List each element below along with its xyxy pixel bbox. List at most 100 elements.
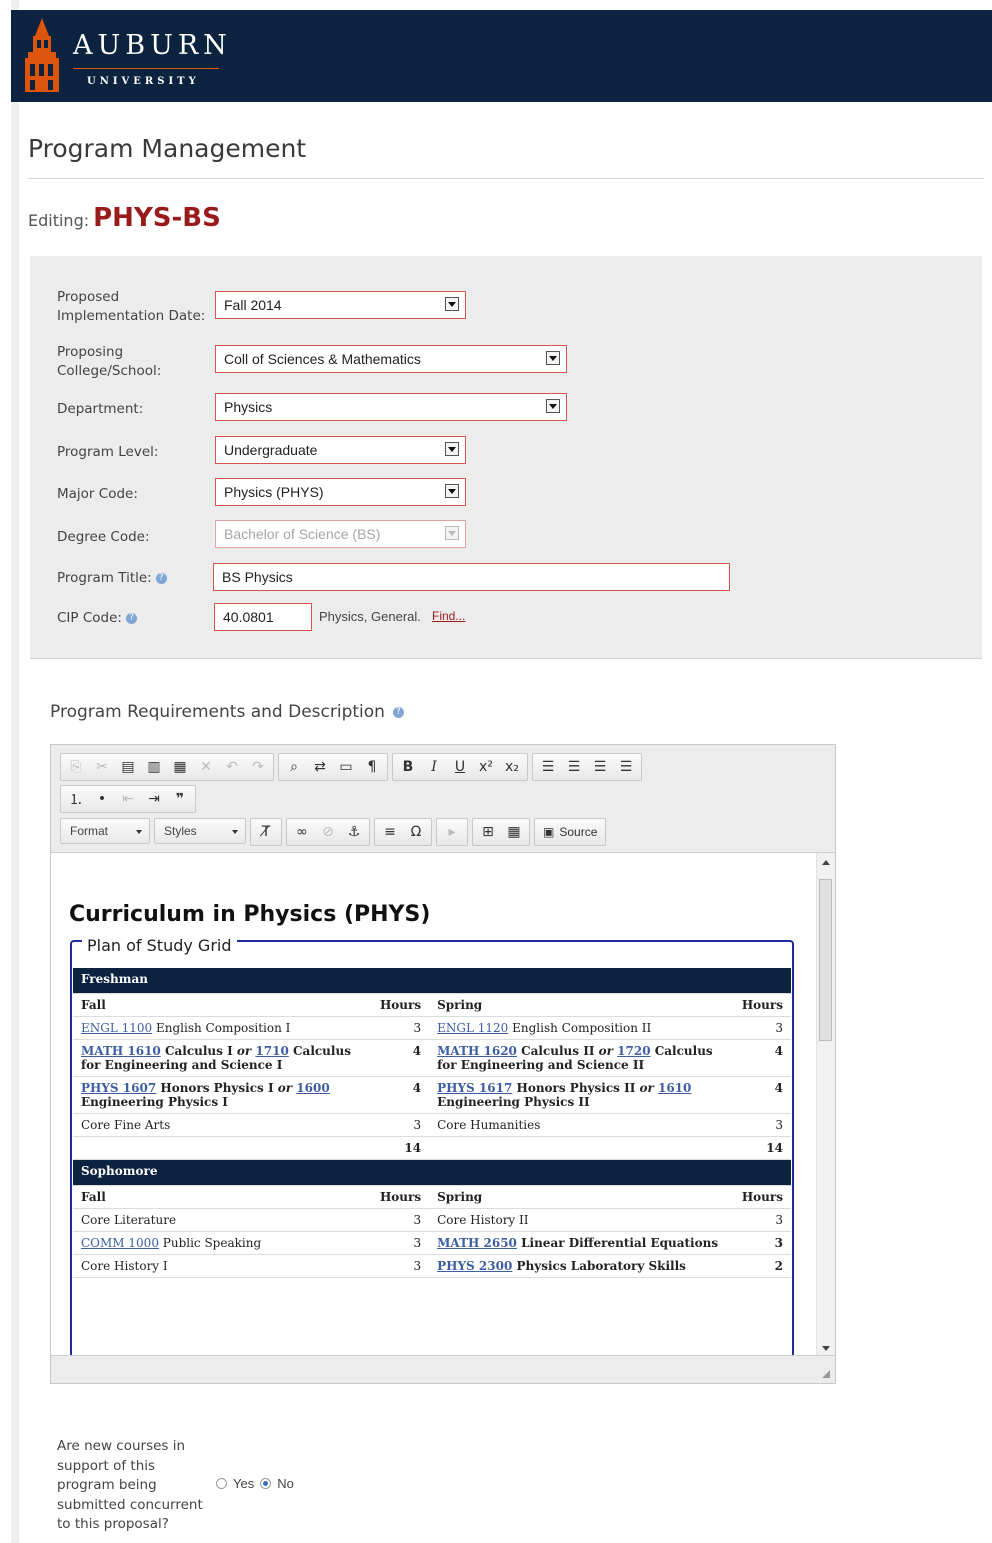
or-text: or xyxy=(277,1081,293,1095)
help-icon[interactable]: ? xyxy=(125,612,137,624)
numbered-list-icon[interactable]: ⒈ xyxy=(63,787,89,811)
yes-radio[interactable] xyxy=(216,1478,227,1489)
course-link[interactable]: PHYS 1607 xyxy=(81,1081,156,1095)
course-link[interactable]: 1600 xyxy=(296,1081,329,1095)
hours-header: Hours xyxy=(733,1185,791,1209)
cip-find-link[interactable]: Find... xyxy=(432,609,465,623)
remove-icon[interactable]: ✕ xyxy=(193,755,219,779)
yes-label[interactable]: Yes xyxy=(233,1476,254,1491)
subscript-icon[interactable]: x₂ xyxy=(499,755,525,779)
text-style-group: B I U x² x₂ xyxy=(392,753,528,781)
impl-date-select[interactable]: Fall 2014 xyxy=(215,291,466,319)
chevron-down-icon xyxy=(445,484,459,498)
requirements-heading: Program Requirements and Description? xyxy=(50,702,404,722)
course-link[interactable]: 1720 xyxy=(617,1044,650,1058)
department-select[interactable]: Physics xyxy=(215,393,567,421)
course-link[interactable]: ENGL 1120 xyxy=(437,1021,508,1035)
column-header-row: Fall Hours Spring Hours xyxy=(73,993,791,1017)
paste-text-icon[interactable]: ▥ xyxy=(141,755,167,779)
resize-handle-icon[interactable] xyxy=(822,1370,830,1378)
brand-name: AUBURN xyxy=(73,30,232,61)
course-link[interactable]: 1710 xyxy=(255,1044,288,1058)
align-justify-icon[interactable]: ☰ xyxy=(613,755,639,779)
blockquote-icon[interactable]: ❞ xyxy=(167,787,193,811)
course-title: English Composition II xyxy=(508,1021,652,1035)
unlink-icon[interactable]: ⊘ xyxy=(315,820,341,844)
media-icon[interactable]: ▸ xyxy=(439,820,465,844)
no-label[interactable]: No xyxy=(277,1476,294,1491)
editor-scrollbar[interactable] xyxy=(816,853,835,1358)
course-link[interactable]: MATH 1610 xyxy=(81,1044,161,1058)
replace-icon[interactable]: ⇄ xyxy=(307,755,333,779)
bulleted-list-icon[interactable]: • xyxy=(89,787,115,811)
fall-course: MATH 1610 Calculus I or 1710 Calculus fo… xyxy=(73,1039,372,1077)
help-icon[interactable]: ? xyxy=(155,572,167,584)
italic-icon[interactable]: I xyxy=(421,755,447,779)
anchor-icon[interactable]: ⚓ xyxy=(341,820,367,844)
spellcheck-icon[interactable]: ¶ xyxy=(359,755,385,779)
no-radio[interactable] xyxy=(260,1478,272,1489)
copy-icon[interactable]: ⎘ xyxy=(63,755,89,779)
find-icon[interactable]: ⌕ xyxy=(281,755,307,779)
plan-grid-legend: Plan of Study Grid xyxy=(82,936,237,955)
paste-word-icon[interactable]: ▦ xyxy=(167,755,193,779)
impl-date-label: Proposed Implementation Date: xyxy=(57,289,206,324)
scroll-down-icon[interactable] xyxy=(822,1346,830,1351)
redo-icon[interactable]: ↷ xyxy=(245,755,271,779)
styles-combo[interactable]: Styles xyxy=(154,818,246,844)
cip-input[interactable]: 40.0801 xyxy=(214,603,312,631)
source-label: Source xyxy=(559,825,598,839)
align-center-icon[interactable]: ☰ xyxy=(561,755,587,779)
indent-icon[interactable]: ⇥ xyxy=(141,787,167,811)
cut-icon[interactable]: ✂ xyxy=(89,755,115,779)
course-link[interactable]: MATH 2650 xyxy=(437,1236,517,1250)
plan-of-study-table: Freshman Fall Hours Spring Hours ENGL 11… xyxy=(73,968,791,1278)
outdent-icon[interactable]: ⇤ xyxy=(115,787,141,811)
remove-format-icon[interactable]: T̸ xyxy=(253,820,279,844)
horizontal-rule-icon[interactable]: ≡ xyxy=(377,820,403,844)
bold-icon[interactable]: B xyxy=(395,755,421,779)
course-link[interactable]: 1610 xyxy=(658,1081,691,1095)
align-left-icon[interactable]: ☰ xyxy=(535,755,561,779)
table-row: COMM 1000 Public Speaking 3 MATH 2650 Li… xyxy=(73,1231,791,1255)
insert-block-icon[interactable]: ⊞ xyxy=(475,820,501,844)
help-icon[interactable]: ? xyxy=(392,706,404,718)
link-group: ∞ ⊘ ⚓ xyxy=(286,818,370,846)
course-link[interactable]: PHYS 2300 xyxy=(437,1259,512,1273)
fall-course: Core History I xyxy=(73,1254,372,1278)
major-select[interactable]: Physics (PHYS) xyxy=(215,478,466,506)
cip-label: CIP Code: xyxy=(57,610,122,626)
table-icon[interactable]: ▦ xyxy=(501,820,527,844)
toolbar-row-1: ⎘ ✂ ▤ ▥ ▦ ✕ ↶ ↷ ⌕ ⇄ ▭ ¶ B I U x² x₂ ☰ ☰ … xyxy=(60,753,642,781)
course-link[interactable]: COMM 1000 xyxy=(81,1236,159,1250)
scroll-thumb[interactable] xyxy=(819,879,832,1041)
spring-hours: 4 xyxy=(733,1039,791,1077)
superscript-icon[interactable]: x² xyxy=(473,755,499,779)
underline-icon[interactable]: U xyxy=(447,755,473,779)
fall-total: 14 xyxy=(371,1136,430,1160)
chevron-down-icon xyxy=(445,442,459,456)
select-all-icon[interactable]: ▭ xyxy=(333,755,359,779)
link-icon[interactable]: ∞ xyxy=(289,820,315,844)
college-select[interactable]: Coll of Sciences & Mathematics xyxy=(215,345,567,373)
empty-cell xyxy=(429,1136,734,1160)
level-select[interactable]: Undergraduate xyxy=(215,436,466,464)
paste-icon[interactable]: ▤ xyxy=(115,755,141,779)
source-button[interactable]: ▣ Source xyxy=(537,825,603,839)
course-link[interactable]: MATH 1620 xyxy=(437,1044,517,1058)
editor-content-area[interactable]: Curriculum in Physics (PHYS) Plan of Stu… xyxy=(51,852,835,1358)
course-title: English Composition I xyxy=(152,1021,291,1035)
course-link[interactable]: PHYS 1617 xyxy=(437,1081,512,1095)
course-link[interactable]: ENGL 1100 xyxy=(81,1021,152,1035)
brand-subtitle: UNIVERSITY xyxy=(87,76,200,87)
scroll-up-icon[interactable] xyxy=(822,860,830,865)
format-combo[interactable]: Format xyxy=(60,818,150,844)
align-group: ☰ ☰ ☰ ☰ xyxy=(532,753,642,781)
special-char-icon[interactable]: Ω xyxy=(403,820,429,844)
fall-hours: 4 xyxy=(371,1076,430,1114)
major-label: Major Code: xyxy=(57,486,138,502)
program-title-input[interactable]: BS Physics xyxy=(213,563,730,591)
align-right-icon[interactable]: ☰ xyxy=(587,755,613,779)
undo-icon[interactable]: ↶ xyxy=(219,755,245,779)
or-text: or xyxy=(236,1044,252,1058)
